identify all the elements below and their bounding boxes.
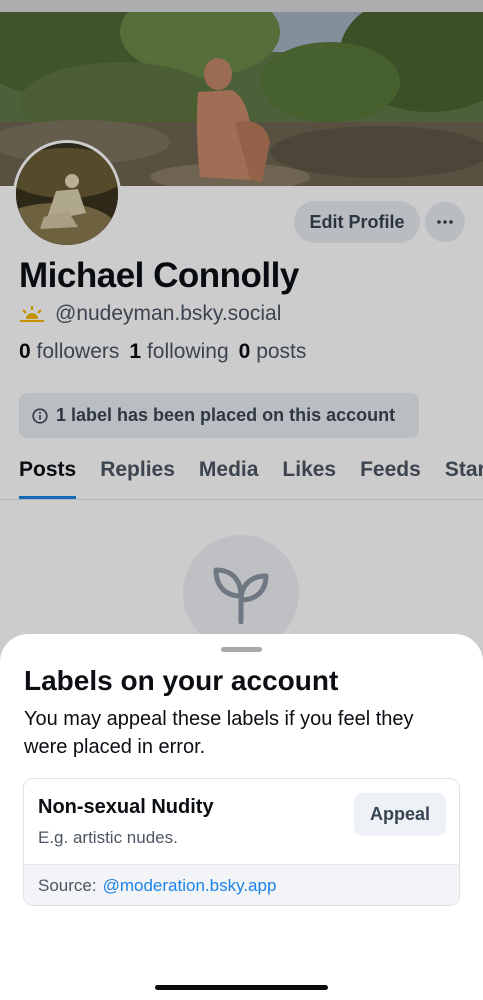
labels-bottom-sheet: Labels on your account You may appeal th… [0,634,483,1000]
label-name: Non-sexual Nudity [38,796,214,818]
label-card: Non-sexual Nudity E.g. artistic nudes. A… [23,778,460,906]
sheet-title: Labels on your account [24,665,339,696]
label-description: E.g. artistic nudes. [38,828,178,847]
appeal-button[interactable]: Appeal [354,793,446,836]
home-indicator[interactable] [155,985,328,990]
label-source-row: Source: @moderation.bsky.app [24,864,459,905]
source-label: Source: [38,875,97,895]
sheet-drag-handle[interactable] [221,647,262,652]
sheet-description: You may appeal these labels if you feel … [24,708,414,758]
label-card-body: Non-sexual Nudity E.g. artistic nudes. A… [24,779,459,864]
source-link[interactable]: @moderation.bsky.app [103,876,277,896]
